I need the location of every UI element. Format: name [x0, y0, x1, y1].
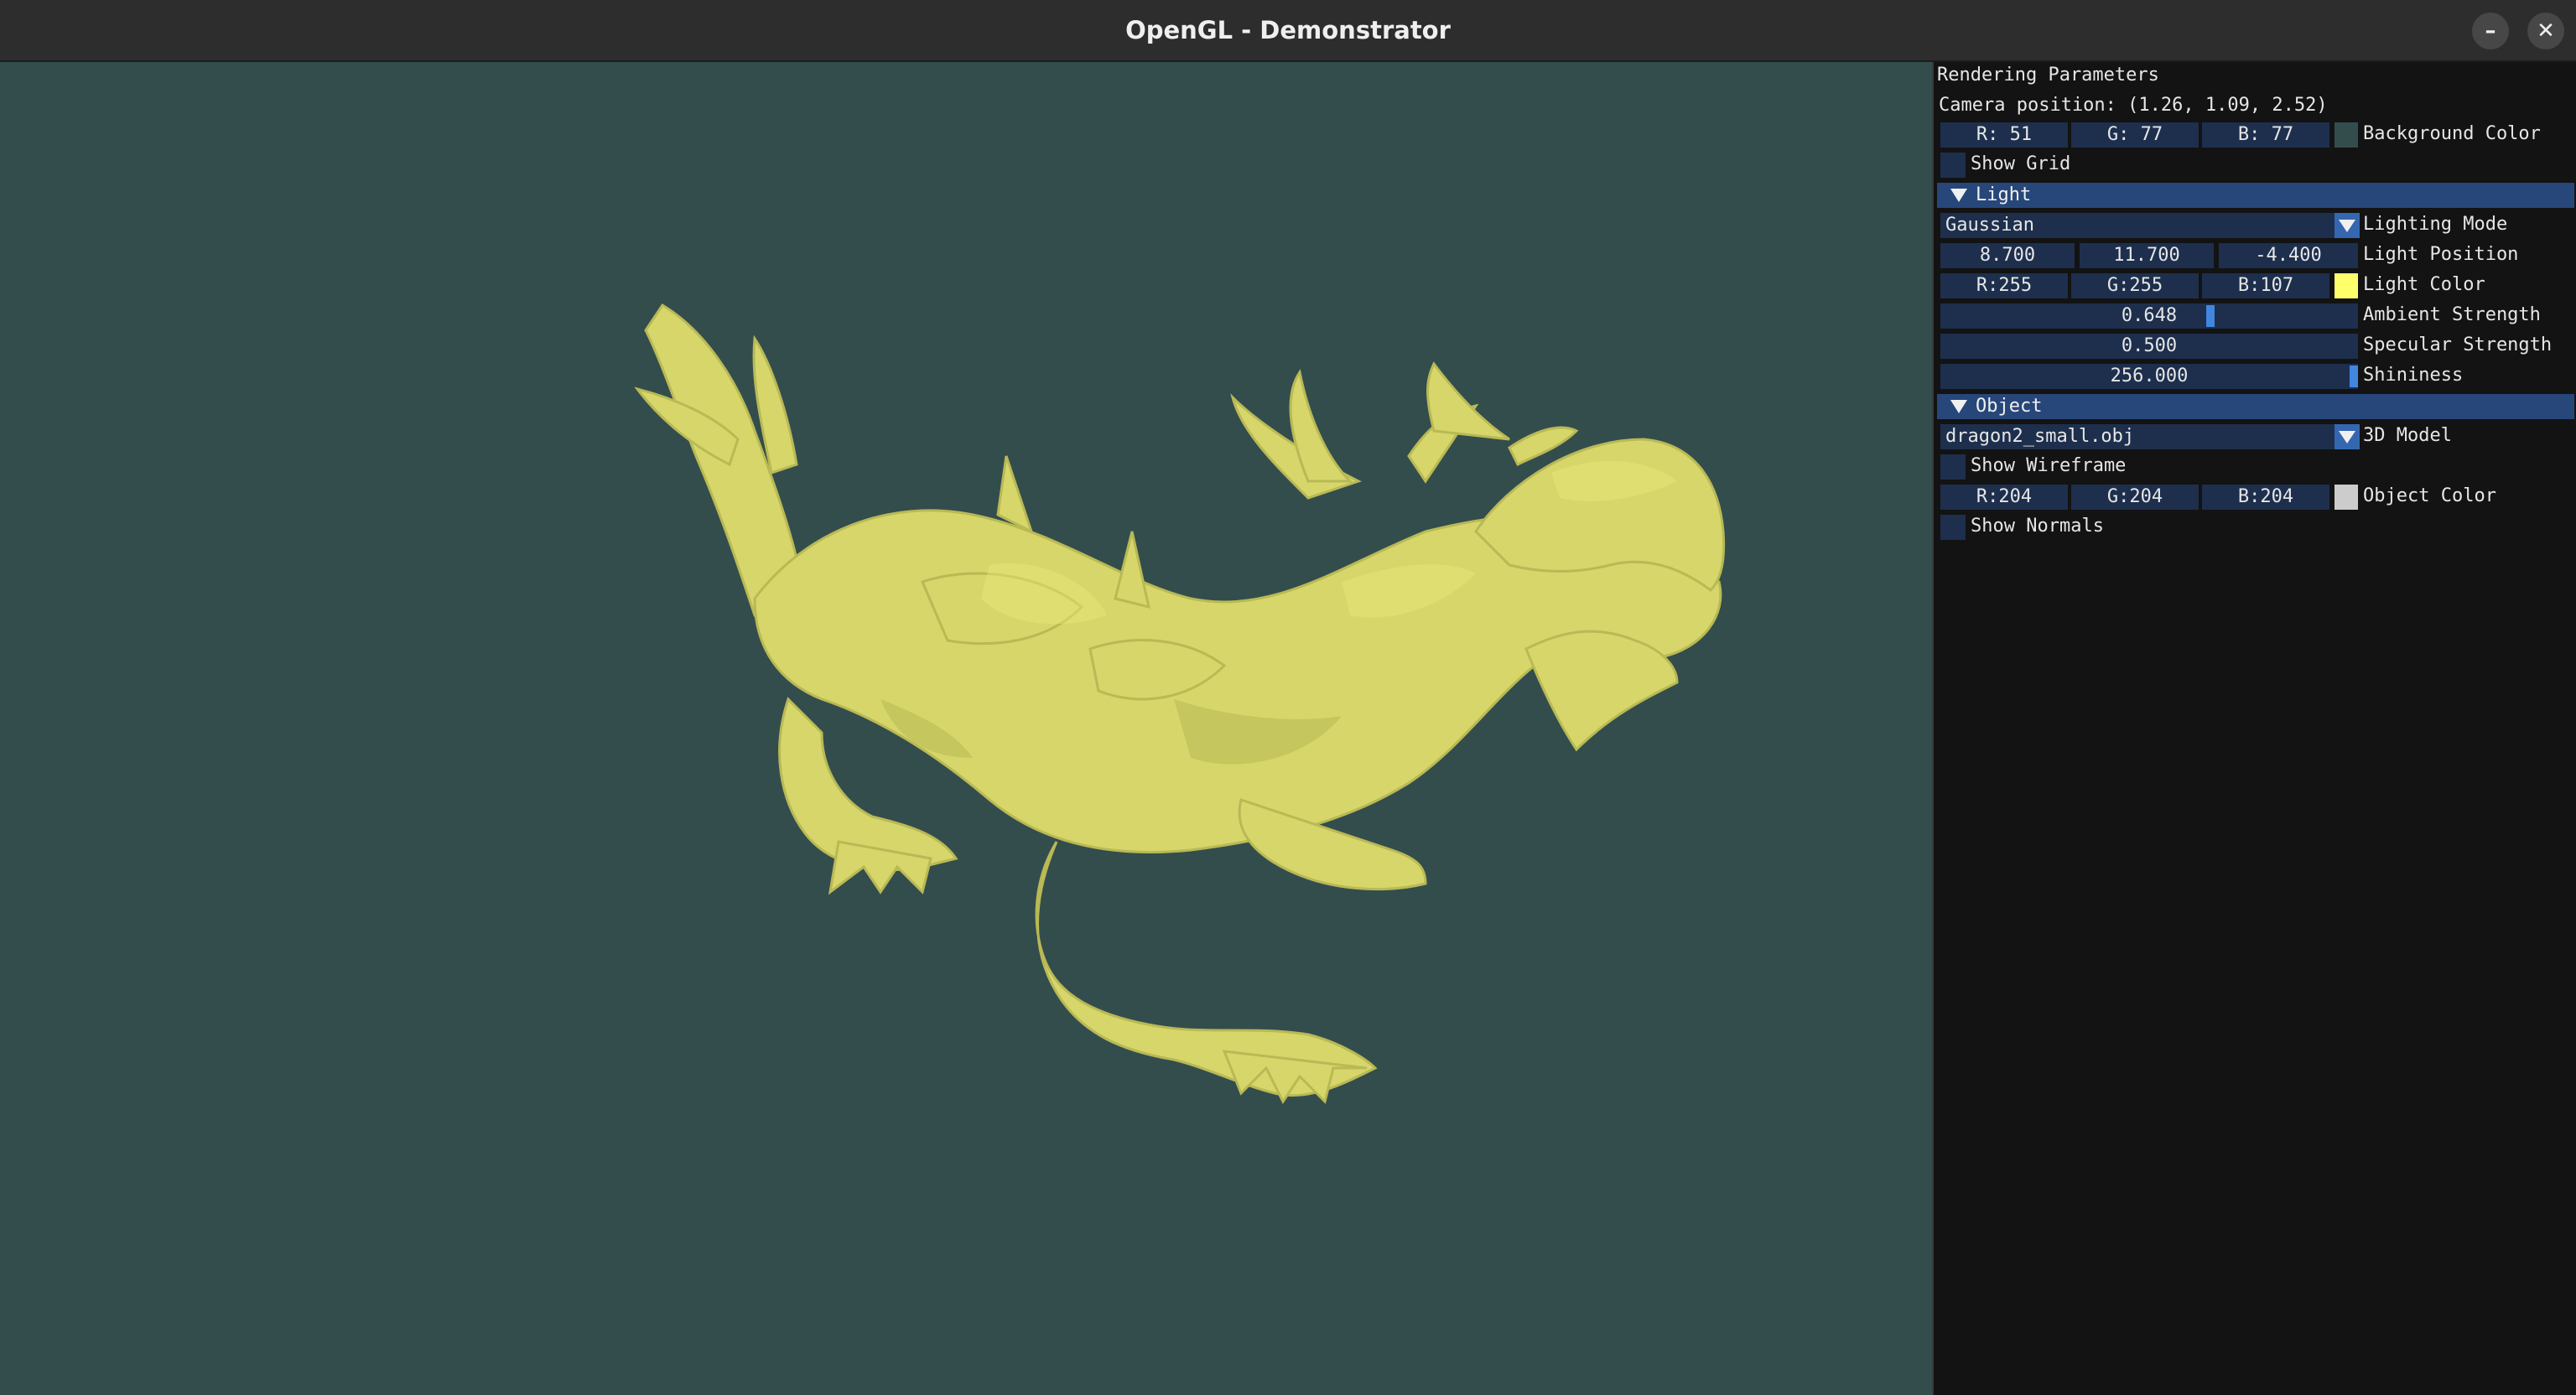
ambient-strength-slider[interactable]: 0.648	[1940, 303, 2358, 329]
ambient-strength-value: 0.648	[2121, 305, 2178, 326]
show-normals-checkbox[interactable]	[1940, 515, 1966, 540]
specular-strength-input[interactable]: 0.500	[1940, 334, 2358, 359]
lighting-mode-combo[interactable]: Gaussian	[1940, 213, 2346, 238]
light-color-b-field[interactable]: B:107	[2202, 273, 2329, 298]
chevron-down-icon	[1950, 189, 1967, 202]
camera-position-text: Camera position: (1.26, 1.09, 2.52)	[1939, 95, 2328, 116]
object-color-b-field[interactable]: B:204	[2202, 485, 2329, 510]
close-icon: ✕	[2537, 18, 2555, 44]
light-position-x-field[interactable]: 8.700	[1940, 243, 2075, 268]
shininess-slider[interactable]: 256.000	[1940, 364, 2358, 389]
object-color-r-field[interactable]: R:204	[1940, 485, 2068, 510]
light-section-title: Light	[1976, 184, 2032, 205]
render-viewport[interactable]	[0, 62, 1932, 1395]
dragon-model	[634, 303, 1726, 1104]
model-label: 3D Model	[2363, 425, 2452, 446]
light-position-y-field[interactable]: 11.700	[2080, 243, 2214, 268]
lighting-mode-dropdown-icon[interactable]	[2334, 213, 2360, 238]
shininess-label: Shininess	[2363, 365, 2464, 386]
show-grid-row: Show Grid	[1934, 151, 2576, 178]
light-position-row: 8.700 11.700 -4.400 Light Position	[1934, 241, 2576, 268]
model-select-row: dragon2_small.obj 3D Model	[1934, 423, 2576, 449]
panel-title-row: Rendering Parameters	[1934, 62, 2576, 89]
lighting-mode-row: Gaussian Lighting Mode	[1934, 211, 2576, 238]
shininess-slider-grab[interactable]	[2350, 366, 2358, 387]
light-color-swatch[interactable]	[2334, 273, 2358, 298]
background-color-label: Background Color	[2363, 123, 2541, 144]
object-color-swatch[interactable]	[2334, 485, 2358, 510]
background-color-row: R: 51 G: 77 B: 77 Background Color	[1934, 121, 2576, 148]
object-color-g-field[interactable]: G:204	[2071, 485, 2199, 510]
light-color-g-field[interactable]: G:255	[2071, 273, 2199, 298]
model-dropdown-icon[interactable]	[2334, 424, 2360, 449]
camera-position-row: Camera position: (1.26, 1.09, 2.52)	[1934, 92, 2576, 119]
light-color-label: Light Color	[2363, 274, 2485, 295]
shininess-value: 256.000	[2110, 366, 2189, 386]
light-position-z-field[interactable]: -4.400	[2219, 243, 2358, 268]
light-section-header[interactable]: Light	[1937, 183, 2574, 208]
panel-title: Rendering Parameters	[1937, 65, 2159, 86]
object-color-row: R:204 G:204 B:204 Object Color	[1934, 483, 2576, 510]
ambient-strength-slider-grab[interactable]	[2206, 305, 2215, 327]
shininess-row: 256.000 Shininess	[1934, 362, 2576, 389]
background-color-swatch[interactable]	[2334, 122, 2358, 148]
minimize-button[interactable]: –	[2472, 13, 2509, 49]
model-combo[interactable]: dragon2_small.obj	[1940, 424, 2346, 449]
background-r-field[interactable]: R: 51	[1940, 122, 2068, 148]
light-color-r-field[interactable]: R:255	[1940, 273, 2068, 298]
show-wireframe-row: Show Wireframe	[1934, 453, 2576, 480]
show-normals-label: Show Normals	[1971, 516, 2104, 537]
specular-strength-label: Specular Strength	[2363, 334, 2553, 355]
window-titlebar: OpenGL - Demonstrator – ✕	[0, 0, 2576, 62]
close-button[interactable]: ✕	[2527, 13, 2564, 49]
show-wireframe-checkbox[interactable]	[1940, 454, 1966, 480]
window-title: OpenGL - Demonstrator	[1125, 16, 1451, 44]
object-section-header[interactable]: Object	[1937, 394, 2574, 419]
specular-strength-value: 0.500	[2121, 335, 2178, 356]
specular-strength-row: 0.500 Specular Strength	[1934, 332, 2576, 359]
background-g-field[interactable]: G: 77	[2071, 122, 2199, 148]
light-position-label: Light Position	[2363, 244, 2519, 265]
show-normals-row: Show Normals	[1934, 513, 2576, 540]
background-b-field[interactable]: B: 77	[2202, 122, 2329, 148]
show-wireframe-label: Show Wireframe	[1971, 455, 2127, 476]
lighting-mode-label: Lighting Mode	[2363, 214, 2508, 235]
object-section-title: Object	[1976, 396, 2043, 417]
show-grid-label: Show Grid	[1971, 153, 2071, 174]
rendering-parameters-panel: Rendering Parameters Camera position: (1…	[1932, 62, 2576, 1395]
object-color-label: Object Color	[2363, 485, 2496, 506]
ambient-strength-label: Ambient Strength	[2363, 304, 2541, 325]
ambient-strength-row: 0.648 Ambient Strength	[1934, 302, 2576, 329]
minimize-icon: –	[2485, 18, 2496, 44]
light-color-row: R:255 G:255 B:107 Light Color	[1934, 272, 2576, 298]
show-grid-checkbox[interactable]	[1940, 153, 1966, 178]
chevron-down-icon	[1950, 400, 1967, 413]
